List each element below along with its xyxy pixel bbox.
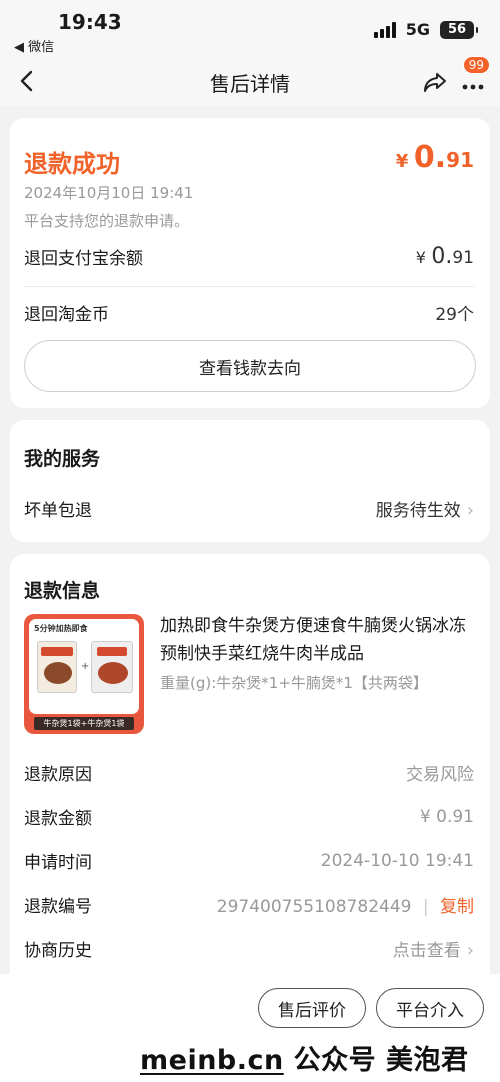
refund-amount-row: 退款金额 ¥ 0.91 xyxy=(24,804,474,830)
refund-reason-row: 退款原因 交易风险 xyxy=(24,760,474,785)
refund-status-title: 退款成功 xyxy=(24,150,120,178)
refund-time: 2024年10月10日 19:41 xyxy=(24,184,194,202)
product-title[interactable]: 加热即食牛杂煲方便速食牛腩煲火锅冰冻预制快手菜红烧牛肉半成品 xyxy=(160,612,476,668)
bottom-action-bar: 售后评价 平台介入 meinb.cn 公众号 美泡君 xyxy=(0,974,500,1082)
thumbnail-panel: 5分钟加热即食 + xyxy=(29,619,139,714)
signal-icon xyxy=(373,21,396,38)
refund-number-value: 297400755108782449 xyxy=(216,897,412,917)
amount-decimal: 91 xyxy=(446,148,474,172)
service-item-label: 坏单包退 xyxy=(24,501,92,521)
plus-symbol: + xyxy=(81,661,90,672)
chevron-right-icon: › xyxy=(466,940,474,961)
share-icon[interactable] xyxy=(422,70,448,94)
refund-note: 平台支持您的退款申请。 xyxy=(24,212,190,230)
service-title: 我的服务 xyxy=(24,448,101,470)
coins-refund-value: 29个 xyxy=(435,305,474,325)
track-refund-button[interactable]: 查看钱款去向 xyxy=(24,340,476,392)
thumbnail-footer-text: 牛杂煲1袋+牛杂煲1袋 xyxy=(34,717,134,730)
refund-number-value-wrap: 297400755108782449 | 复制 xyxy=(217,892,474,917)
product-pack-image xyxy=(91,641,133,693)
chevron-right-icon: › xyxy=(466,500,474,521)
status-time: 19:43 xyxy=(58,10,122,34)
back-to-app-link[interactable]: ◀ 微信 xyxy=(14,36,54,55)
network-type: 5G xyxy=(405,20,430,39)
product-spec: 重量(g):牛杂煲*1+牛腩煲*1【共两袋】 xyxy=(160,674,428,692)
service-item-value-wrap: 服务待生效 › xyxy=(376,496,474,521)
refund-info-title: 退款信息 xyxy=(24,580,101,602)
more-icon[interactable] xyxy=(460,72,486,94)
history-value-wrap: 点击查看 › xyxy=(393,936,474,961)
amount-integer: 0. xyxy=(413,140,447,175)
separator: | xyxy=(422,897,429,917)
currency-symbol: ¥ xyxy=(415,248,426,267)
divider xyxy=(24,286,474,287)
alipay-refund-label: 退回支付宝余额 xyxy=(24,249,143,269)
status-indicators: 5G 56 xyxy=(373,20,478,39)
refund-amount-label: 退款金额 xyxy=(24,809,92,829)
refund-amount-value: ¥ 0.91 xyxy=(419,806,474,827)
history-value: 点击查看 xyxy=(392,941,461,961)
apply-time-value: 2024-10-10 19:41 xyxy=(320,850,474,871)
service-row[interactable]: 坏单包退 服务待生效 › xyxy=(24,496,474,521)
amount-decimal: 91 xyxy=(452,248,474,268)
battery-icon: 56 xyxy=(440,20,478,39)
alipay-refund-value: ¥ 0.91 xyxy=(416,244,474,269)
refund-number-row: 退款编号 297400755108782449 | 复制 xyxy=(24,892,474,917)
alipay-refund-row: 退回支付宝余额 ¥ 0.91 xyxy=(24,244,474,269)
apply-time-label: 申请时间 xyxy=(24,853,92,873)
coins-refund-row: 退回淘金币 29个 xyxy=(24,300,474,325)
watermark: meinb.cn 公众号 美泡君 xyxy=(140,1038,469,1077)
amount-integer: 0. xyxy=(431,244,453,269)
apply-time-row: 申请时间 2024-10-10 19:41 xyxy=(24,848,474,874)
coins-refund-label: 退回淘金币 xyxy=(24,305,109,325)
refund-number-label: 退款编号 xyxy=(24,897,92,917)
status-bar: 19:43 ◀ 微信 5G 56 xyxy=(0,0,500,58)
my-service-card: 我的服务 坏单包退 服务待生效 › xyxy=(10,420,490,542)
refund-reason-value: 交易风险 xyxy=(406,765,474,785)
review-button[interactable]: 售后评价 xyxy=(258,988,366,1028)
copy-button[interactable]: 复制 xyxy=(440,897,474,917)
watermark-site: meinb.cn xyxy=(140,1045,284,1076)
currency-symbol: ¥ xyxy=(395,151,409,172)
refund-total-amount: ¥ 0.91 xyxy=(396,140,474,175)
product-pack-image xyxy=(37,641,77,693)
refund-status-card: 退款成功 ¥ 0.91 2024年10月10日 19:41 平台支持您的退款申请… xyxy=(10,118,490,408)
nav-bar: 售后详情 99 xyxy=(0,56,500,106)
history-label: 协商历史 xyxy=(24,941,92,961)
product-thumbnail[interactable]: 5分钟加热即食 + 牛杂煲1袋+牛杂煲1袋 xyxy=(24,614,144,734)
message-badge: 99 xyxy=(462,56,490,74)
refund-info-card: 退款信息 5分钟加热即食 + 牛杂煲1袋+牛杂煲1袋 加热即食牛杂煲方便速食牛腩… xyxy=(10,554,490,974)
platform-intervene-button[interactable]: 平台介入 xyxy=(376,988,484,1028)
thumbnail-header-text: 5分钟加热即食 xyxy=(34,624,88,633)
service-item-value: 服务待生效 xyxy=(375,501,461,521)
history-row[interactable]: 协商历史 点击查看 › xyxy=(24,936,474,961)
refund-reason-label: 退款原因 xyxy=(24,765,92,785)
watermark-text: 公众号 美泡君 xyxy=(293,1045,469,1076)
